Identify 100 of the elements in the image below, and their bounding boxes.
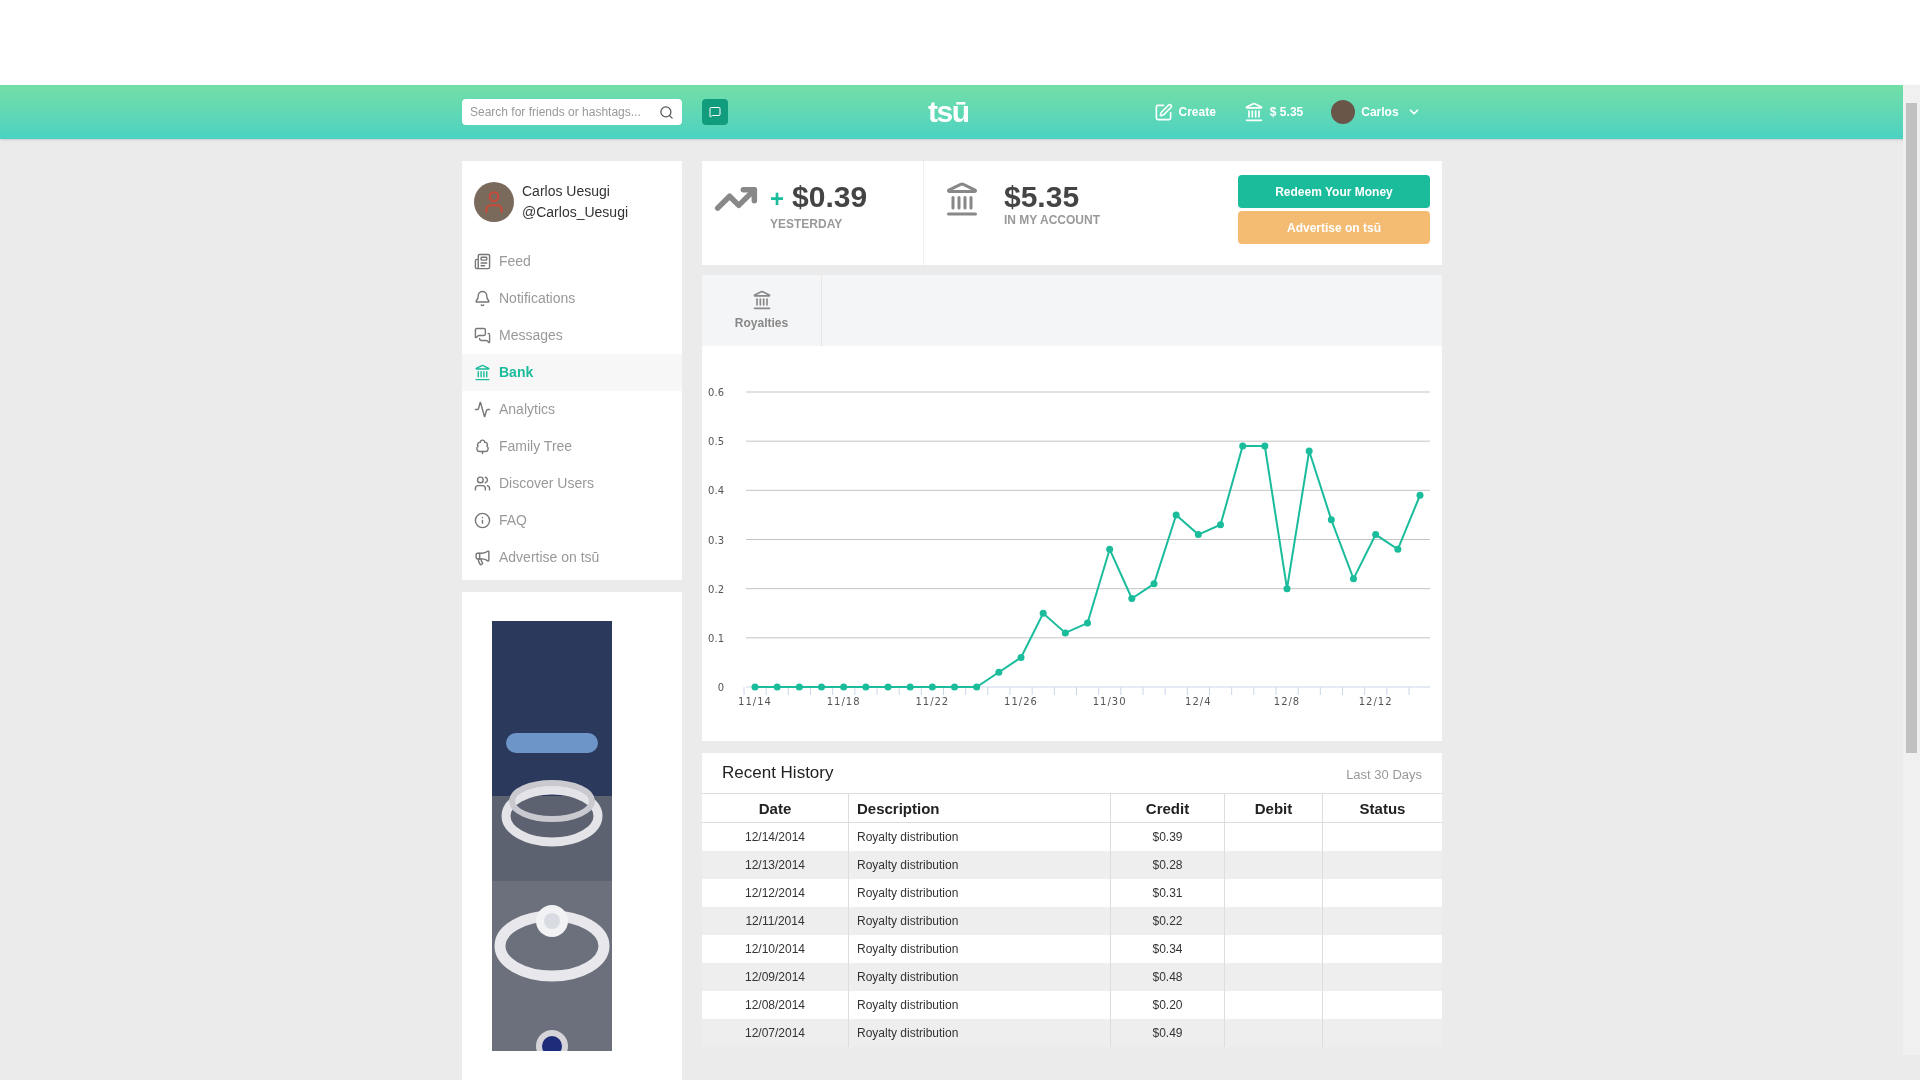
pen-square-icon (1153, 102, 1173, 122)
data-point (1039, 609, 1047, 617)
search-icon[interactable] (659, 104, 674, 120)
data-point (1194, 531, 1202, 539)
bank-icon (474, 364, 491, 381)
data-point (1394, 545, 1402, 553)
y-tick-label: 0 (717, 682, 724, 693)
tree-icon (474, 438, 491, 455)
data-point (818, 683, 825, 691)
x-tick-label: 12/8 (1273, 696, 1301, 707)
sidebar-item[interactable]: Messages (462, 317, 682, 354)
x-tick-label: 11/26 (1004, 696, 1038, 707)
chat-icon (709, 106, 721, 118)
sidebar-item[interactable]: Bank (462, 354, 682, 391)
data-point (928, 683, 936, 691)
data-point (1172, 511, 1180, 519)
advertise-button[interactable]: Advertise on tsū (1238, 211, 1430, 244)
x-tick-label: 11/18 (826, 696, 861, 707)
plus-sign: + (770, 184, 784, 214)
data-point (951, 683, 958, 691)
create-link[interactable]: Create (1153, 102, 1216, 122)
data-point (1305, 447, 1313, 455)
table-cell: 12/13/2014 (744, 858, 806, 872)
table-cell: 12/09/2014 (744, 970, 806, 984)
data-point (1084, 619, 1091, 627)
sidebar-item[interactable]: Analytics (462, 391, 682, 428)
data-point (995, 668, 1003, 676)
sidebar-item[interactable]: Notifications (462, 280, 682, 317)
profile-handle: @Carlos_Uesugi (522, 203, 629, 222)
balance-link[interactable]: $ 5.35 (1243, 102, 1304, 122)
table-cell: $0.34 (1152, 942, 1183, 956)
profile-name: Carlos Uesugi (522, 182, 611, 201)
table-cell: $0.49 (1152, 1026, 1183, 1040)
data-point (1239, 442, 1247, 450)
column-header: Date (757, 799, 793, 819)
logo[interactable]: tsū (928, 97, 969, 127)
bank-icon (1243, 102, 1264, 122)
amount: $0.39 (792, 181, 868, 213)
data-point (1017, 654, 1025, 661)
data-point (973, 683, 981, 691)
user-menu[interactable]: Carlos (1361, 103, 1421, 121)
data-point (1327, 516, 1335, 524)
table-cell: Royalty distribution (857, 970, 959, 984)
history-title: Recent History (722, 762, 834, 785)
avatar[interactable] (1331, 100, 1356, 124)
column-header: Debit (1224, 794, 1322, 822)
data-point (773, 683, 781, 691)
search-field[interactable]: Search for friends or hashtags... (462, 99, 682, 125)
table-cell: Royalty distribution (857, 858, 959, 872)
table-cell: Royalty distribution (857, 942, 959, 956)
sidebar-item[interactable]: Advertise on tsū (462, 539, 682, 576)
sidebar-item[interactable]: FAQ (462, 502, 682, 539)
data-point (1061, 629, 1069, 637)
bank-icon (751, 289, 772, 310)
y-tick-label: 0.4 (708, 485, 724, 497)
data-point (1128, 595, 1136, 602)
data-point (906, 683, 914, 691)
amount: $5.35 (1004, 181, 1080, 213)
table-cell: $0.48 (1152, 970, 1183, 984)
bank-icon (944, 181, 980, 217)
period-label: Last 30 Days (1346, 766, 1422, 785)
column-header: Description (848, 794, 1110, 822)
table-cell: 12/14/2014 (744, 830, 806, 844)
sidebar-item[interactable]: Family Tree (462, 428, 682, 465)
column-header: Credit (1110, 794, 1224, 822)
table-cell: Royalty distribution (857, 998, 959, 1012)
data-point (1350, 575, 1357, 583)
x-tick-label: 12/4 (1185, 696, 1212, 707)
chat-button[interactable] (702, 99, 728, 125)
data-point (1261, 442, 1269, 450)
megaphone-icon (474, 549, 491, 566)
table-cell: $0.22 (1152, 914, 1183, 928)
column-header: Status (1322, 794, 1442, 822)
data-point (884, 683, 892, 691)
data-point (1217, 521, 1224, 529)
data-point (1372, 531, 1380, 539)
y-tick-label: 0.2 (708, 583, 724, 595)
y-tick-label: 0.5 (708, 436, 724, 448)
sidebar-item[interactable]: Feed (462, 243, 682, 280)
table-cell: 12/08/2014 (744, 998, 806, 1012)
info-icon (474, 512, 491, 529)
data-point (1106, 545, 1114, 553)
chat-bubbles-icon (474, 327, 491, 344)
redeem-button[interactable]: Redeem Your Money (1238, 175, 1430, 208)
data-point (1150, 580, 1158, 588)
data-point (840, 683, 848, 691)
zigzag-line-icon (474, 401, 491, 418)
table-cell: 12/12/2014 (744, 886, 806, 900)
data-point (862, 683, 870, 691)
data-point (1416, 491, 1424, 499)
sidebar-item[interactable]: Discover Users (462, 465, 682, 502)
newspaper-icon (474, 253, 491, 270)
amount-caption: IN MY ACCOUNT (1004, 212, 1100, 229)
table-cell: Royalty distribution (857, 914, 959, 928)
x-tick-label: 12/12 (1358, 696, 1393, 707)
table-cell: 12/07/2014 (744, 1026, 806, 1040)
x-tick-label: 11/22 (915, 696, 950, 707)
users-icon (474, 475, 491, 492)
amount-caption: YESTERDAY (770, 216, 844, 233)
bell-icon (474, 290, 491, 307)
